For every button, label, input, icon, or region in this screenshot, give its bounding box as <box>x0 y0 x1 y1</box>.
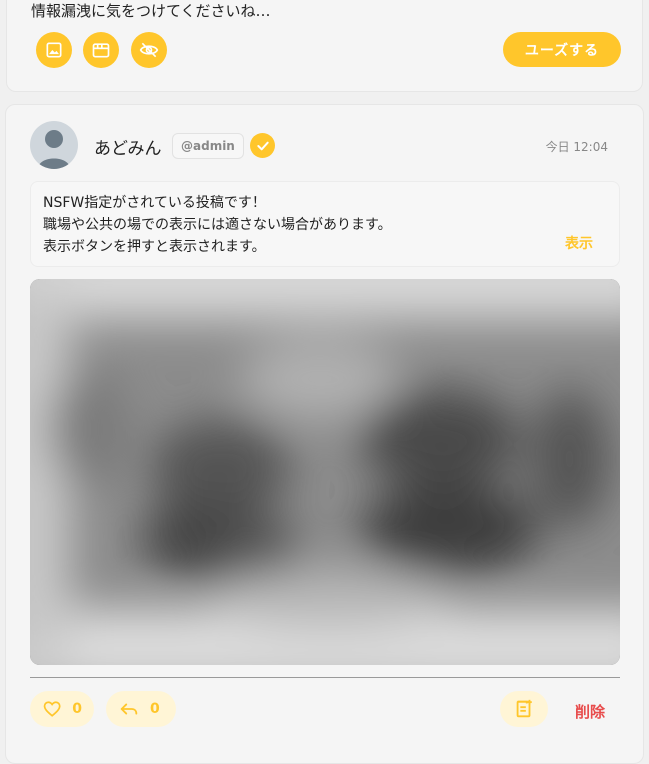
video-button[interactable] <box>83 32 119 68</box>
nsfw-notice: NSFW指定がされている投稿です！ 職場や公共の場での表示には適さない場合があり… <box>30 181 620 267</box>
post-card: あどみん @admin 今日 12:04 NSFW指定がされている投稿です！ 職… <box>5 104 644 764</box>
reply-button[interactable]: 0 <box>106 691 176 727</box>
check-icon <box>256 141 269 150</box>
verified-badge <box>250 133 275 158</box>
user-handle: @admin <box>172 133 244 159</box>
nsfw-toggle-button[interactable] <box>131 32 167 68</box>
image-button[interactable] <box>36 32 72 68</box>
like-count: 0 <box>72 701 82 717</box>
reply-count: 0 <box>150 701 160 717</box>
nsfw-notice-line: 職場や公共の場での表示には適さない場合があります。 <box>43 217 392 233</box>
user-avatar-icon <box>38 130 70 169</box>
use-button[interactable]: ユーズする <box>503 32 621 67</box>
compose-card: 情報漏洩に気をつけてくださいね… ユーズする <box>6 0 643 92</box>
nsfw-notice-line: 表示ボタンを押すと表示されます。 <box>43 239 266 255</box>
blurred-image-content <box>30 279 620 665</box>
nsfw-notice-line: NSFW指定がされている投稿です！ <box>43 195 266 211</box>
avatar[interactable] <box>30 121 78 169</box>
image-icon <box>46 42 62 58</box>
eye-off-icon <box>139 42 159 58</box>
divider <box>30 677 620 678</box>
like-button[interactable]: 0 <box>30 691 94 727</box>
delete-button[interactable]: 削除 <box>575 701 605 722</box>
show-nsfw-button[interactable]: 表示 <box>565 233 593 253</box>
reply-icon <box>120 703 138 715</box>
post-timestamp: 今日 12:04 <box>545 140 608 154</box>
note-add-icon <box>516 699 532 718</box>
film-icon <box>92 43 110 58</box>
compose-text[interactable]: 情報漏洩に気をつけてくださいね… <box>31 0 271 21</box>
blurred-image[interactable] <box>30 279 620 665</box>
username[interactable]: あどみん <box>94 134 162 159</box>
note-button[interactable] <box>500 691 548 727</box>
heart-icon <box>43 701 61 717</box>
